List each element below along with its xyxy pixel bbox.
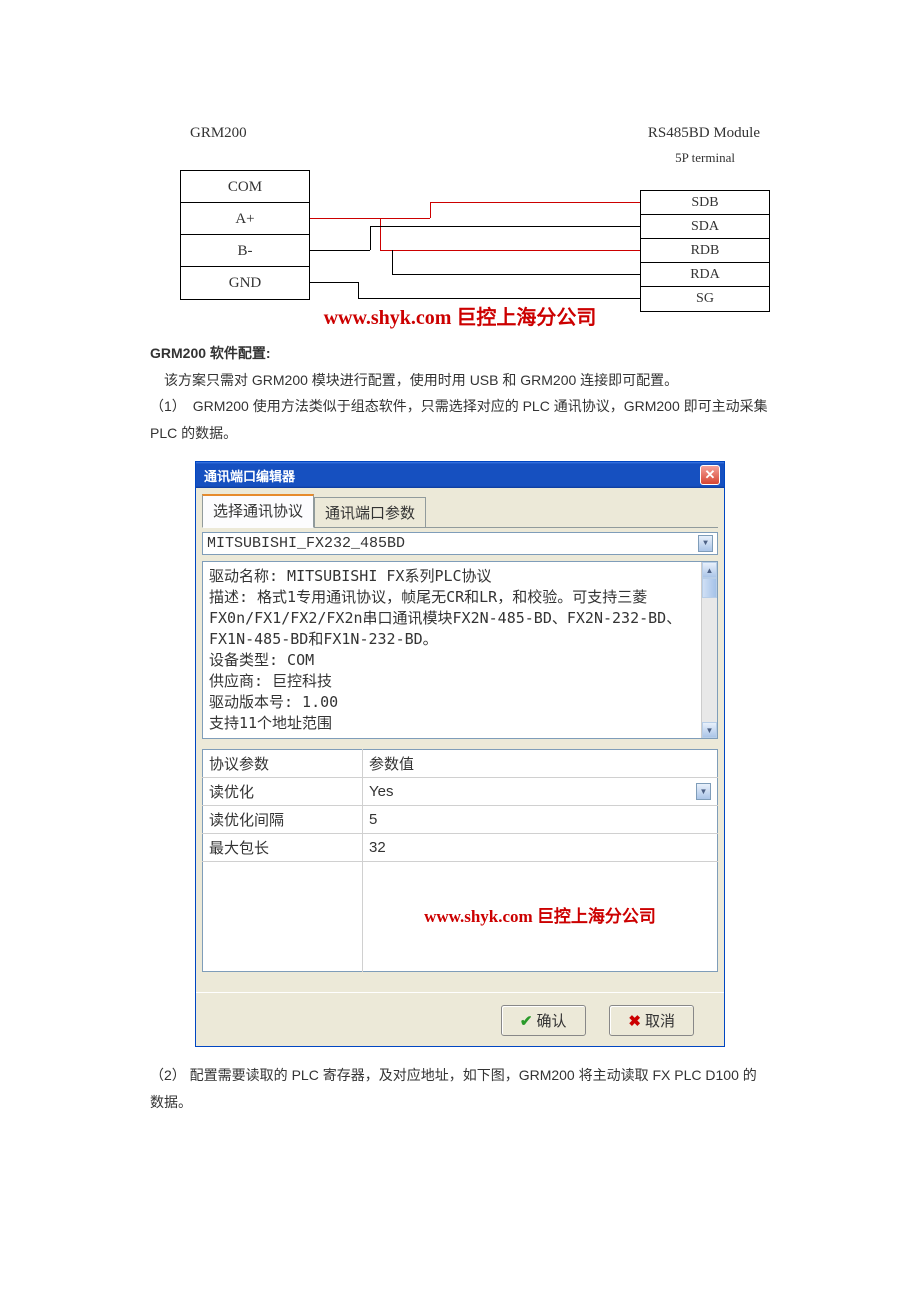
wiring-diagram: GRM200 RS485BD Module 5P terminal COM A+… (150, 100, 770, 310)
protocol-select[interactable]: MITSUBISHI_FX232_485BD ▼ (202, 532, 718, 555)
dialog-title: 通讯端口编辑器 (204, 466, 295, 485)
tab-port-params[interactable]: 通讯端口参数 (314, 497, 426, 527)
right-block-subtitle: 5P terminal (675, 150, 735, 166)
left-block-title: GRM200 (190, 125, 247, 142)
table-row[interactable]: 读优化间隔 5 (203, 806, 718, 834)
ok-label: 确认 (537, 1010, 567, 1031)
cancel-label: 取消 (645, 1010, 675, 1031)
dropdown-icon[interactable]: ▼ (698, 535, 713, 552)
pin-bminus: B- (181, 235, 309, 267)
port-editor-dialog: 通讯端口编辑器 ✕ 选择通讯协议 通讯端口参数 MITSUBISHI_FX232… (195, 461, 725, 1047)
pin-com: COM (181, 171, 309, 203)
diagram-watermark: www.shyk.com 巨控上海分公司 (324, 301, 597, 330)
document-text: GRM200 软件配置: 该方案只需对 GRM200 模块进行配置，使用时用 U… (150, 340, 770, 446)
pin-sdb: SDB (641, 191, 769, 215)
tab-bar: 选择通讯协议 通讯端口参数 (202, 494, 718, 528)
header-value: 参数值 (363, 750, 718, 778)
param-key: 读优化间隔 (203, 806, 363, 834)
config-title: GRM200 软件配置: (150, 340, 770, 367)
pin-gnd: GND (181, 267, 309, 299)
description-text: 驱动名称: MITSUBISHI FX系列PLC协议 描述: 格式1专用通讯协议… (203, 562, 701, 738)
close-icon: ✕ (705, 467, 716, 483)
table-row-empty: www.shyk.com 巨控上海分公司 (203, 862, 718, 972)
desc-scrollbar[interactable]: ▲ ▼ (701, 562, 717, 738)
ok-button[interactable]: ✔ 确认 (501, 1005, 586, 1036)
dialog-watermark: www.shyk.com 巨控上海分公司 (363, 902, 717, 927)
param-value: 32 (363, 834, 718, 862)
right-terminals: SDB SDA RDB RDA SG (640, 190, 770, 312)
check-icon: ✔ (520, 1012, 533, 1030)
protocol-value: MITSUBISHI_FX232_485BD (207, 535, 405, 552)
scroll-down-icon[interactable]: ▼ (702, 722, 717, 738)
param-key: 读优化 (203, 778, 363, 806)
param-table: 协议参数 参数值 读优化 Yes ▼ 读优化间隔 5 最大包长 32 (202, 749, 718, 972)
tab-select-protocol[interactable]: 选择通讯协议 (202, 494, 314, 528)
pin-rdb: RDB (641, 239, 769, 263)
table-row[interactable]: 读优化 Yes ▼ (203, 778, 718, 806)
table-row[interactable]: 最大包长 32 (203, 834, 718, 862)
dropdown-icon[interactable]: ▼ (696, 783, 711, 800)
cancel-button[interactable]: ✖ 取消 (609, 1005, 694, 1036)
paragraph-after: （2） 配置需要读取的 PLC 寄存器，及对应地址，如下图，GRM200 将主动… (150, 1062, 770, 1115)
table-header: 协议参数 参数值 (203, 750, 718, 778)
scroll-thumb[interactable] (702, 578, 717, 598)
param-value: Yes (369, 783, 393, 800)
param-key: 最大包长 (203, 834, 363, 862)
paragraph-2: （1） GRM200 使用方法类似于组态软件，只需选择对应的 PLC 通讯协议，… (150, 393, 770, 446)
dialog-titlebar[interactable]: 通讯端口编辑器 ✕ (196, 462, 724, 488)
dialog-footer: ✔ 确认 ✖ 取消 (196, 992, 724, 1046)
paragraph-1: 该方案只需对 GRM200 模块进行配置，使用时用 USB 和 GRM200 连… (150, 367, 770, 394)
close-button[interactable]: ✕ (700, 465, 720, 485)
pin-aplus: A+ (181, 203, 309, 235)
description-box: 驱动名称: MITSUBISHI FX系列PLC协议 描述: 格式1专用通讯协议… (202, 561, 718, 739)
param-value: 5 (363, 806, 718, 834)
right-block-title: RS485BD Module (648, 125, 760, 142)
pin-sg: SG (641, 287, 769, 311)
scroll-up-icon[interactable]: ▲ (702, 562, 717, 578)
pin-sda: SDA (641, 215, 769, 239)
x-icon: ✖ (628, 1012, 641, 1030)
pin-rda: RDA (641, 263, 769, 287)
header-param: 协议参数 (203, 750, 363, 778)
left-terminals: COM A+ B- GND (180, 170, 310, 300)
